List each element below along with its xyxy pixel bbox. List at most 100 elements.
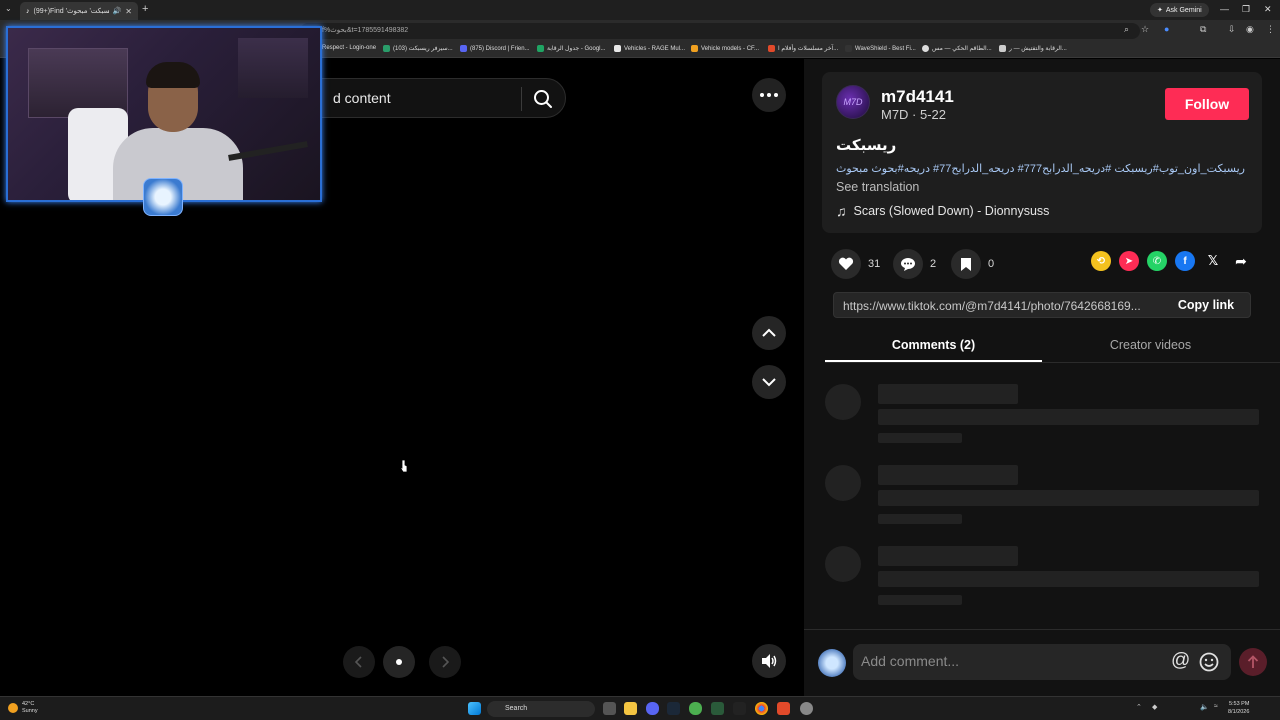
tray-volume-icon[interactable]: 🔈 [1200, 703, 1209, 711]
avatar-text: M7D [843, 97, 863, 107]
bookmark-item[interactable]: سيرفر ريسبكت (103)... [383, 45, 453, 52]
music-note-icon: ♫ [836, 203, 847, 219]
bookmark-item[interactable]: الرقابة والتفتيش — ر... [999, 45, 1067, 52]
profile-avatar-icon[interactable]: ◉ [1246, 24, 1254, 35]
photo-prev-button[interactable] [343, 646, 375, 678]
mouse-cursor-icon [399, 459, 408, 473]
mention-icon[interactable]: @ [1171, 650, 1190, 672]
app-icon[interactable] [800, 702, 813, 715]
whatsapp-icon[interactable]: ✆ [1147, 251, 1167, 271]
bookmark-item[interactable]: الطاقم الحكي — مس... [922, 45, 992, 52]
add-comment-placeholder: Add comment... [861, 653, 960, 669]
ask-gemini-button[interactable]: ✦ Ask Gemini [1150, 3, 1209, 17]
bookmark-item[interactable]: (875) Discord | Frien... [460, 45, 530, 52]
copy-link-button[interactable]: Copy link [1162, 293, 1250, 317]
volume-button[interactable] [752, 644, 786, 678]
bookmark-item[interactable]: Respect - Login-one [322, 45, 376, 51]
bookmark-icon [961, 257, 971, 271]
comment-skeleton [825, 384, 1265, 454]
clock-date: 8/1/2026 [1228, 709, 1250, 715]
system-clock[interactable]: 5:53 PM 8/1/2026 [1228, 700, 1249, 716]
extension-icon[interactable]: ● [1164, 24, 1169, 34]
zoom-icon[interactable]: ⌕ [1124, 24, 1129, 35]
comment-button[interactable] [893, 249, 923, 279]
app-icon[interactable] [689, 702, 702, 715]
add-comment-bar: Add comment... @ [804, 629, 1280, 696]
x-icon[interactable]: 𝕏 [1203, 251, 1223, 271]
discord-app-icon[interactable] [646, 702, 659, 715]
add-comment-input[interactable]: Add comment... @ [853, 644, 1231, 680]
search-icon[interactable] [533, 89, 553, 109]
skeleton-line [878, 433, 962, 443]
author-username[interactable]: m7d4141 [881, 87, 954, 107]
task-view-icon[interactable] [603, 702, 616, 715]
windows-start-icon[interactable] [468, 702, 481, 715]
like-button[interactable] [831, 249, 861, 279]
chrome-app-icon[interactable] [755, 702, 768, 715]
next-video-button[interactable] [752, 365, 786, 399]
like-action[interactable]: 31 [831, 249, 880, 279]
skeleton-line [878, 465, 1018, 485]
post-info-card: M7D m7d4141 M7D · 5-22 Follow ريسبكت ريس… [822, 72, 1262, 233]
minimize-icon[interactable]: — [1220, 4, 1229, 14]
arrow-up-icon [1247, 655, 1259, 668]
chevron-left-icon [354, 656, 362, 668]
bookmark-item[interactable]: آخر مسلسلات وأفلام ا... [768, 45, 838, 52]
close-window-icon[interactable]: ✕ [1264, 4, 1272, 15]
tab-list-icon[interactable]: ⌄ [5, 4, 12, 13]
app-icon[interactable] [777, 702, 790, 715]
comment-action[interactable]: 2 [893, 249, 936, 279]
emoji-icon[interactable] [1199, 652, 1219, 672]
search-input[interactable]: d content [333, 90, 391, 106]
like-count: 31 [868, 258, 881, 270]
tab-audio-icon[interactable]: 🔊 [113, 7, 122, 15]
tab-close-icon[interactable]: ✕ [125, 7, 132, 16]
see-translation-link[interactable]: See translation [836, 180, 919, 194]
music-link[interactable]: ♫ Scars (Slowed Down) - Dionnysuss [836, 203, 1049, 219]
app-icon[interactable] [711, 702, 724, 715]
facebook-icon[interactable]: f [1175, 251, 1195, 271]
downloads-icon[interactable]: ⇩ [1228, 24, 1236, 35]
steam-app-icon[interactable] [667, 702, 680, 715]
skeleton-line [878, 384, 1018, 404]
bookmark-star-icon[interactable]: ☆ [1141, 24, 1149, 35]
extensions-puzzle-icon[interactable]: ⧉ [1200, 24, 1206, 35]
streamer-badge-icon [143, 178, 183, 216]
tab-creator-videos[interactable]: Creator videos [1042, 338, 1259, 352]
tab-active[interactable]: ♪ (99+)Find 'ريسبكت' مبحوث 🔊 ✕ [20, 2, 138, 20]
more-dot [767, 93, 771, 97]
more-options-button[interactable] [752, 78, 786, 112]
bookmark-item[interactable]: جدول الرقابة - Googl... [537, 45, 606, 52]
bookmark-item[interactable]: WaveShield - Best Fi... [845, 45, 916, 52]
weather-widget[interactable]: 42°C Sunny [8, 701, 38, 715]
photo-next-button[interactable] [429, 646, 461, 678]
post-hashtags[interactable]: ريسبكت_اون_توب#ريسبكت #دريحه_الدرابح777#… [836, 162, 1256, 175]
share-arrow-icon[interactable]: ➦ [1231, 251, 1251, 271]
tab-comments[interactable]: Comments (2) [825, 338, 1042, 352]
repost-icon[interactable]: ⟲ [1091, 251, 1111, 271]
tray-chevron-icon[interactable]: ⌃ [1136, 703, 1142, 711]
bookmark-item[interactable]: Vehicles - RAGE Mul... [614, 45, 685, 52]
share-link-url[interactable]: https://www.tiktok.com/@m7d4141/photo/76… [843, 299, 1163, 313]
author-avatar[interactable]: M7D [836, 85, 870, 119]
follow-button[interactable]: Follow [1165, 88, 1249, 120]
bookmark-item[interactable]: Vehicle models - CF... [691, 45, 759, 52]
tray-wifi-icon[interactable]: ≈ [1214, 703, 1218, 710]
taskbar-search-label: Search [505, 705, 528, 712]
send-icon[interactable]: ➤ [1119, 251, 1139, 271]
maximize-icon[interactable]: ❐ [1242, 4, 1250, 15]
save-action[interactable]: 0 [951, 249, 994, 279]
post-comment-button[interactable] [1239, 648, 1267, 676]
save-button[interactable] [951, 249, 981, 279]
new-tab-button[interactable]: + [142, 3, 148, 15]
tray-network-icon[interactable]: ◆ [1152, 703, 1157, 711]
search-bar[interactable]: d content [300, 78, 566, 118]
app-icon[interactable] [733, 702, 746, 715]
address-bar[interactable]: f%بحوث&t=1785591498382 [300, 23, 1140, 39]
taskbar-search[interactable]: Search [487, 701, 595, 717]
file-explorer-icon[interactable] [624, 702, 637, 715]
previous-video-button[interactable] [752, 316, 786, 350]
photo-indicator[interactable] [383, 646, 415, 678]
skeleton-avatar [825, 546, 861, 582]
browser-menu-icon[interactable]: ⋮ [1266, 24, 1275, 35]
